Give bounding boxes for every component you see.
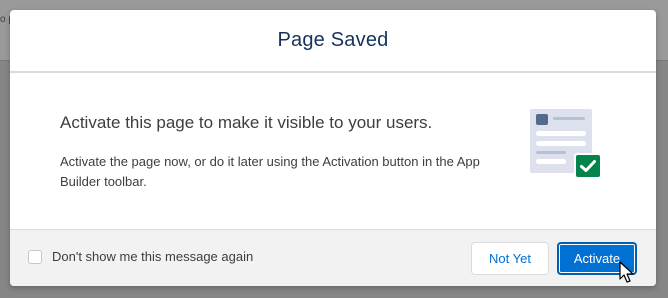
- dont-show-again-option[interactable]: Don't show me this message again: [28, 249, 253, 264]
- modal-title: Page Saved: [277, 29, 389, 51]
- modal-description: Activate the page now, or do it later us…: [60, 154, 480, 189]
- not-yet-button[interactable]: Not Yet: [471, 242, 549, 275]
- dont-show-again-label[interactable]: Don't show me this message again: [52, 249, 253, 264]
- modal-footer: Don't show me this message again Not Yet…: [10, 229, 656, 286]
- modal-headline: Activate this page to make it visible to…: [60, 113, 433, 132]
- modal-body: Activate this page to make it visible to…: [10, 73, 656, 229]
- modal-header: Page Saved: [10, 10, 656, 73]
- page-saved-modal: Page Saved Activate this page to make it…: [10, 10, 656, 286]
- mouse-pointer-icon: [619, 261, 634, 283]
- dont-show-again-checkbox[interactable]: [28, 249, 42, 264]
- page-activation-illustration-icon: [530, 109, 602, 179]
